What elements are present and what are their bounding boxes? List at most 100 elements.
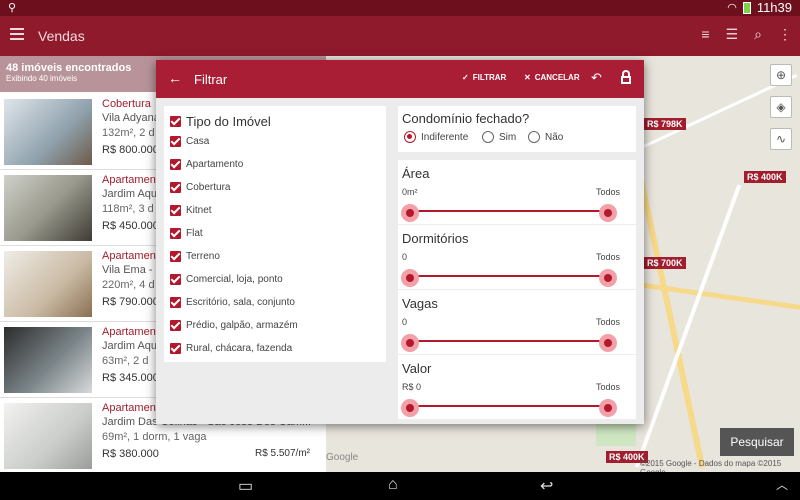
radio-indiferente[interactable]: Indiferente [404,131,468,143]
back-nav-icon[interactable]: ↩ [540,476,553,496]
range-max: Todos [595,317,620,327]
filtrar-label: FILTRAR [472,73,507,82]
range-max-handle[interactable] [599,204,617,222]
range-track[interactable] [410,340,608,342]
dialog-title: Filtrar [194,72,228,87]
range-min: 0m² [402,187,418,197]
tipo-imovel-title: Tipo do Imóvel [186,114,271,129]
range-min-handle[interactable] [401,399,419,417]
checkbox[interactable] [170,251,181,262]
range-max-handle[interactable] [599,269,617,287]
tipo-option[interactable]: Escritório, sala, conjunto [170,297,295,308]
property-info: 63m², 2 d [102,355,149,367]
property-photo [4,99,92,165]
checkbox[interactable] [170,297,181,308]
dialog-toolbar: ← Filtrar ✓ FILTRAR ✕ CANCELAR ↶ [156,60,644,98]
condominio-panel: Condomínio fechado? Indiferente Sim Não [398,106,636,152]
range-title: Dormitórios [402,231,469,246]
checkbox[interactable] [170,274,181,285]
property-photo [4,251,92,317]
sort-icon[interactable]: ☰ [726,26,739,43]
my-location-icon[interactable]: ⊕ [770,64,792,86]
map-price-pin[interactable]: R$ 798K [644,118,686,130]
condominio-title: Condomínio fechado? [402,111,530,126]
radio-button[interactable] [482,131,494,143]
property-address: Jardim Aqu [102,188,158,200]
filter-dialog: ← Filtrar ✓ FILTRAR ✕ CANCELAR ↶ Tipo do… [156,60,644,424]
tipo-option[interactable]: Prédio, galpão, armazém [170,320,298,331]
undo-icon[interactable]: ↶ [591,70,602,86]
checkbox[interactable] [170,205,181,216]
range-min-handle[interactable] [401,334,419,352]
checkbox[interactable] [170,116,181,127]
tipo-option[interactable]: Cobertura [170,182,230,193]
checkbox[interactable] [170,159,181,170]
filtrar-button[interactable]: ✓ FILTRAR [462,73,506,82]
wifi-icon: ◠ [727,2,737,14]
checkbox[interactable] [170,182,181,193]
radio-sim[interactable]: Sim [482,131,516,143]
property-photo [4,403,92,469]
property-address: Vila Ema - S [102,264,163,276]
checkbox[interactable] [170,228,181,239]
tipo-option[interactable]: Rural, chácara, fazenda [170,343,292,354]
battery-icon [742,1,751,14]
tipo-option[interactable]: Terreno [170,251,220,262]
range-min-handle[interactable] [401,269,419,287]
property-photo [4,327,92,393]
range-track[interactable] [410,405,608,407]
radio-button[interactable] [528,131,540,143]
recent-apps-icon[interactable]: ▭ [238,476,253,496]
tipo-option[interactable]: Kitnet [170,205,212,216]
screen: ⚲ ◠ 11h39 Vendas ≡ ☰ ⌕ ⋮ 48 imóveis enco… [0,0,800,500]
status-bar: ⚲ ◠ 11h39 [0,0,800,16]
property-photo [4,175,92,241]
property-type: Cobertura [102,98,151,110]
checkbox[interactable] [170,320,181,331]
map-price-pin[interactable]: R$ 700K [644,257,686,269]
radio-button[interactable] [404,131,416,143]
map-price-pin[interactable]: R$ 400K [744,171,786,183]
tipo-option[interactable]: Comercial, loja, ponto [170,274,283,285]
compass-icon[interactable]: ◈ [770,96,792,118]
range-min: R$ 0 [402,382,422,392]
range-track[interactable] [410,275,608,277]
home-icon[interactable]: ⌂ [388,476,398,494]
close-icon: ✕ [524,73,531,82]
more-icon[interactable]: ⋮ [778,26,792,43]
range-valor: Valor R$ 0 Todos [398,355,636,419]
range-title: Vagas [402,296,438,311]
back-arrow-icon[interactable]: ← [168,70,182,86]
usb-icon: ⚲ [8,2,17,14]
app-title: Vendas [38,28,85,44]
range-vagas: Vagas 0 Todos [398,290,636,354]
tipo-imovel-header[interactable]: Tipo do Imóvel [170,114,271,129]
draw-icon[interactable]: ∿ [770,128,792,150]
search-button[interactable]: Pesquisar [720,428,794,456]
range-min-handle[interactable] [401,204,419,222]
lock-icon[interactable] [621,70,631,84]
google-logo: Google [326,452,359,463]
range-max: Todos [595,252,620,262]
tipo-option[interactable]: Apartamento [170,159,243,170]
range-title: Área [402,166,430,181]
range-track[interactable] [410,210,608,212]
property-address: Vila Adyana [102,112,160,124]
menu-icon[interactable] [10,28,24,40]
tipo-option[interactable]: Casa [170,136,209,147]
checkbox[interactable] [170,136,181,147]
search-icon[interactable]: ⌕ [754,26,762,43]
filter-icon[interactable]: ≡ [701,26,709,43]
tipo-option[interactable]: Flat [170,228,203,239]
check-icon: ✓ [462,73,469,82]
range-max-handle[interactable] [599,399,617,417]
property-price: R$ 345.000 [102,372,159,384]
property-info: 118m², 3 d [102,203,154,215]
clock: 11h39 [756,0,792,15]
radio-nao[interactable]: Não [528,131,563,143]
chevron-up-icon[interactable]: ︿ [776,476,788,493]
range-max-handle[interactable] [599,334,617,352]
checkbox[interactable] [170,343,181,354]
cancelar-button[interactable]: ✕ CANCELAR [524,73,580,82]
range-min: 0 [402,317,408,327]
